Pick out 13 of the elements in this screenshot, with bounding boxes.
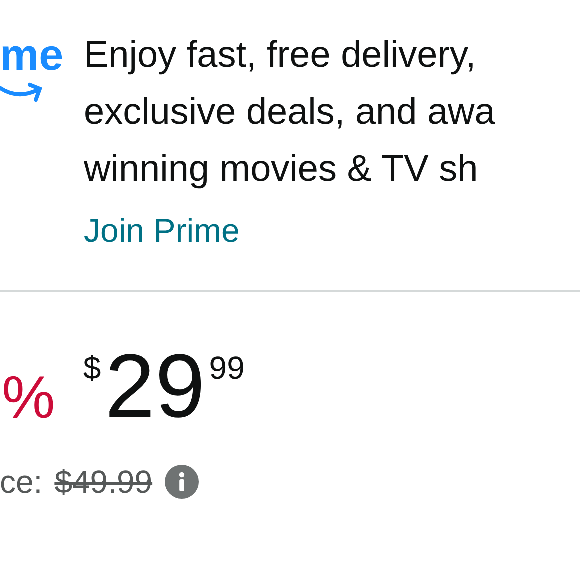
logo-text: me [0, 30, 64, 82]
currency-symbol: $ [83, 352, 102, 384]
discount-percent: % [2, 368, 56, 428]
join-prime-link[interactable]: Join Prime [84, 211, 240, 251]
info-icon[interactable] [164, 465, 199, 499]
list-price-label: ce: [0, 463, 43, 502]
list-price: $49.99 [54, 463, 153, 502]
price-whole: 29 [105, 342, 206, 432]
smile-arrow-icon [0, 80, 44, 102]
price-fraction: 99 [209, 352, 245, 384]
promo-text-line: exclusive deals, and awa [84, 90, 496, 134]
promo-text-line: Enjoy fast, free delivery, [84, 33, 478, 77]
promo-text-line: winning movies & TV sh [84, 147, 480, 191]
